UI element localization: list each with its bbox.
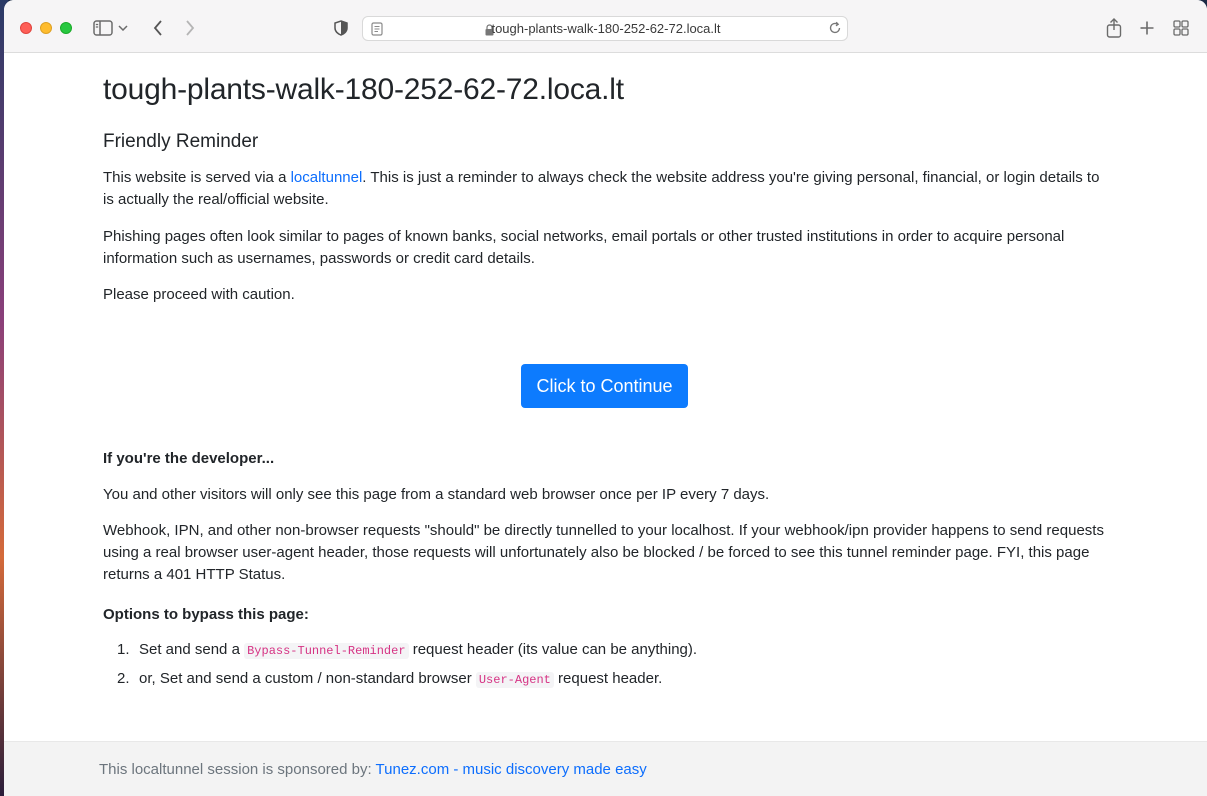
- option-text-post: request header (its value can be anythin…: [408, 641, 698, 658]
- back-icon[interactable]: [147, 17, 169, 39]
- reload-icon[interactable]: [828, 21, 842, 40]
- share-icon[interactable]: [1103, 17, 1125, 39]
- chevron-down-icon[interactable]: [116, 17, 130, 39]
- intro-text-pre: This website is served via a: [103, 169, 291, 186]
- list-number: 2.: [117, 670, 130, 687]
- user-agent-code: User-Agent: [475, 672, 554, 688]
- sidebar-icon[interactable]: [92, 17, 114, 39]
- localtunnel-link[interactable]: localtunnel: [291, 169, 363, 186]
- developer-paragraph-2: Webhook, IPN, and other non-browser requ…: [103, 522, 1104, 583]
- developer-heading: If you're the developer...: [103, 450, 275, 467]
- address-bar[interactable]: tough-plants-walk-180-252-62-72.loca.lt: [362, 16, 848, 41]
- close-window-button[interactable]: [20, 22, 32, 34]
- bypass-options-list: 1. Set and send a Bypass-Tunnel-Reminder …: [117, 639, 697, 697]
- developer-paragraph-1: You and other visitors will only see thi…: [103, 486, 770, 503]
- options-heading: Options to bypass this page:: [103, 606, 309, 623]
- option-text-pre: Set and send a: [139, 641, 245, 658]
- url-text: tough-plants-walk-180-252-62-72.loca.lt: [491, 21, 721, 36]
- maximize-window-button[interactable]: [60, 22, 72, 34]
- list-number: 1.: [117, 641, 130, 658]
- sponsor-label: This localtunnel session is sponsored by…: [99, 761, 376, 778]
- sponsor-text: This localtunnel session is sponsored by…: [99, 761, 647, 778]
- continue-button[interactable]: Click to Continue: [521, 364, 688, 408]
- tab-overview-icon[interactable]: [1170, 17, 1192, 39]
- browser-window: tough-plants-walk-180-252-62-72.loca.lt …: [4, 0, 1207, 796]
- browser-toolbar: tough-plants-walk-180-252-62-72.loca.lt: [4, 0, 1207, 53]
- page-content: tough-plants-walk-180-252-62-72.loca.lt …: [4, 53, 1207, 741]
- page-title: tough-plants-walk-180-252-62-72.loca.lt: [103, 73, 624, 106]
- intro-paragraph: This website is served via a localtunnel…: [103, 167, 1113, 211]
- list-item: 2. or, Set and send a custom / non-standa…: [117, 668, 697, 697]
- sponsor-link[interactable]: Tunez.com - music discovery made easy: [376, 761, 647, 778]
- option-text-pre: or, Set and send a custom / non-standard…: [139, 670, 476, 687]
- minimize-window-button[interactable]: [40, 22, 52, 34]
- friendly-reminder-heading: Friendly Reminder: [103, 131, 259, 152]
- shield-icon[interactable]: [330, 17, 352, 39]
- phishing-paragraph: Phishing pages often look similar to pag…: [103, 228, 1065, 267]
- caution-paragraph: Please proceed with caution.: [103, 286, 295, 303]
- bypass-header-code: Bypass-Tunnel-Reminder: [244, 643, 409, 659]
- forward-icon[interactable]: [179, 17, 201, 39]
- sponsor-footer: This localtunnel session is sponsored by…: [4, 741, 1207, 796]
- new-tab-icon[interactable]: [1136, 17, 1158, 39]
- list-item: 1. Set and send a Bypass-Tunnel-Reminder …: [117, 639, 697, 668]
- option-text-post: request header.: [553, 670, 663, 687]
